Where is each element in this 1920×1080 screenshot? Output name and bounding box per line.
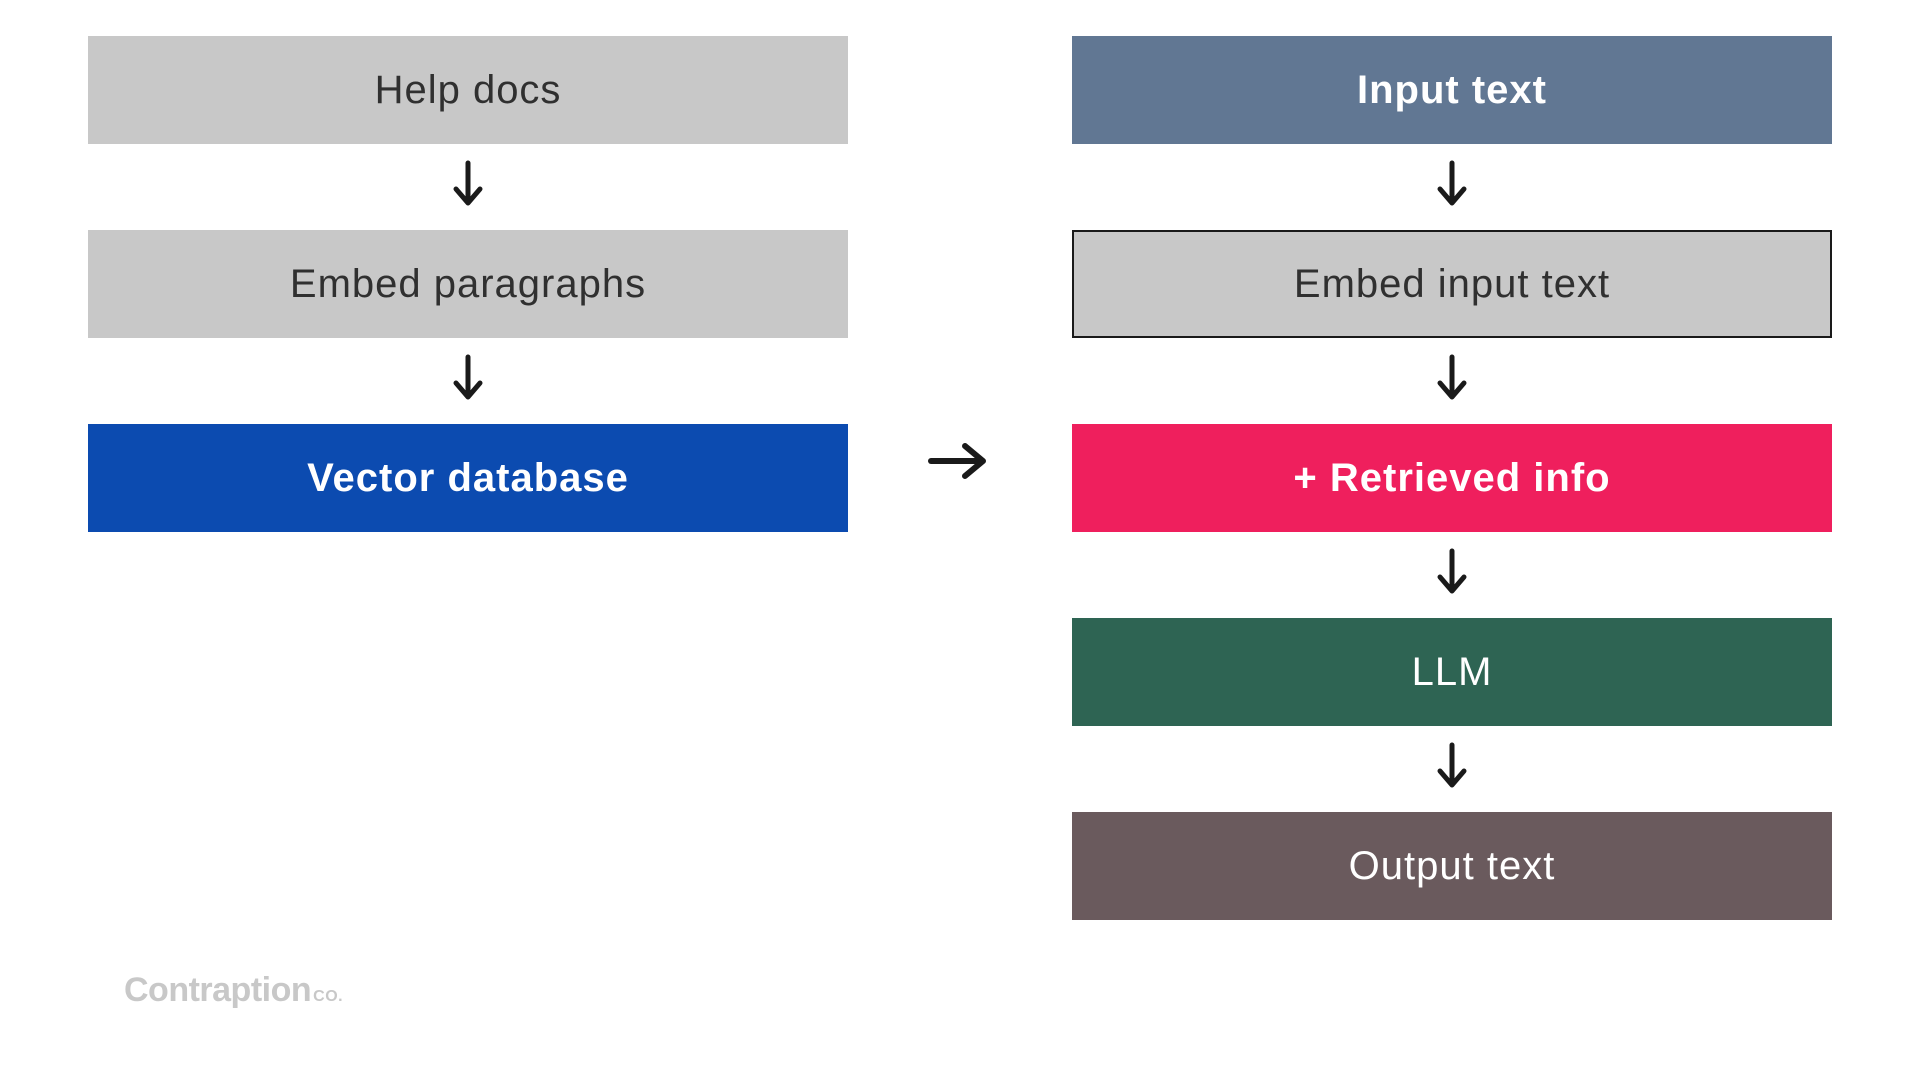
box-label: Embed input text xyxy=(1294,262,1610,307)
diagram-canvas: Help docs Embed paragraphs Vector databa… xyxy=(0,0,1920,1080)
brand-logo: Contraptionco. xyxy=(124,971,343,1010)
box-llm: LLM xyxy=(1072,618,1832,726)
box-output-text: Output text xyxy=(1072,812,1832,920)
arrow-down-icon xyxy=(448,338,488,424)
box-help-docs: Help docs xyxy=(88,36,848,144)
box-label: Embed paragraphs xyxy=(290,262,646,307)
box-label: LLM xyxy=(1412,650,1493,695)
brand-suffix: co. xyxy=(313,988,343,1006)
box-label: Vector database xyxy=(307,456,629,501)
arrow-down-icon xyxy=(1432,726,1472,812)
arrow-down-icon xyxy=(448,144,488,230)
box-label: Help docs xyxy=(375,68,562,113)
arrow-down-icon xyxy=(1432,144,1472,230)
box-label: Output text xyxy=(1349,844,1556,889)
box-label: Input text xyxy=(1357,68,1547,113)
box-retrieved-info: + Retrieved info xyxy=(1072,424,1832,532)
box-input-text: Input text xyxy=(1072,36,1832,144)
box-vector-database: Vector database xyxy=(88,424,848,532)
box-embed-paragraphs: Embed paragraphs xyxy=(88,230,848,338)
right-column: Input text Embed input text + Retrieved … xyxy=(1072,36,1832,920)
box-embed-input-text: Embed input text xyxy=(1072,230,1832,338)
brand-name: Contraption xyxy=(124,971,311,1010)
arrow-down-icon xyxy=(1432,532,1472,618)
left-column: Help docs Embed paragraphs Vector databa… xyxy=(88,36,848,532)
arrow-right-icon xyxy=(925,436,995,486)
arrow-down-icon xyxy=(1432,338,1472,424)
box-label: + Retrieved info xyxy=(1293,456,1610,501)
